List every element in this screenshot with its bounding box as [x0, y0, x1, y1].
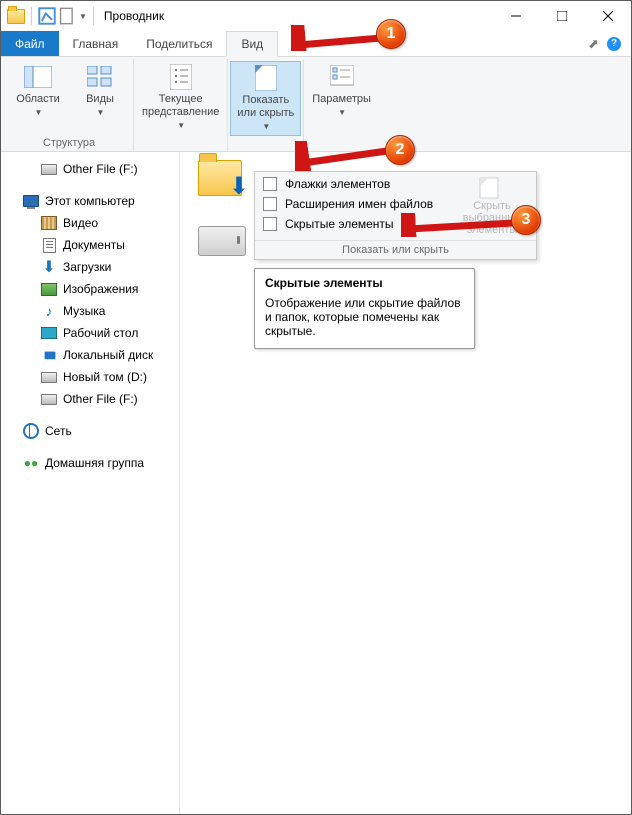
option-item-checkboxes[interactable]: Флажки элементов [261, 176, 454, 192]
ribbon-group-structure: Области▼ Виды▼ Структура [5, 59, 134, 151]
ribbon-btn-current-view[interactable]: Текущее представление▼ [136, 61, 225, 134]
nav-item-new-vol-d[interactable]: Новый том (D:) [1, 366, 179, 388]
folder-icon: ⬇ [198, 160, 242, 196]
qat-dropdown-icon[interactable]: ▼ [79, 12, 87, 21]
current-view-icon [165, 63, 197, 91]
nav-item-downloads[interactable]: ⬇Загрузки [1, 256, 179, 278]
drive-icon [41, 372, 57, 383]
close-button[interactable] [585, 1, 631, 31]
download-icon: ⬇ [41, 259, 57, 275]
properties-icon[interactable] [38, 7, 56, 25]
option-file-extensions[interactable]: Расширения имен файлов [261, 196, 454, 212]
annotation-badge-1: 1 [376, 19, 406, 49]
video-icon [41, 216, 57, 230]
tab-share[interactable]: Поделиться [132, 31, 226, 56]
checkbox-icon [263, 197, 277, 211]
ribbon-group-title: Структура [43, 135, 95, 151]
tab-view[interactable]: Вид [226, 31, 278, 57]
nav-item-network[interactable]: Сеть [1, 420, 179, 442]
separator [31, 7, 32, 25]
drive-icon [41, 164, 57, 175]
minimize-ribbon-icon[interactable]: ⬈ [588, 36, 599, 52]
tooltip-hidden-items: Скрытые элементы Отображение или скрытие… [254, 268, 475, 349]
ribbon-group-showhide: Показать или скрыть▼ [228, 59, 304, 151]
nav-item-homegroup[interactable]: ●●Домашняя группа [1, 452, 179, 474]
ribbon-group-options: Параметры▼ [304, 59, 379, 151]
annotation-arrow-3 [401, 213, 521, 237]
nav-item-documents[interactable]: Документы [1, 234, 179, 256]
navigation-pane: Other File (F:) Этот компьютер Видео Док… [1, 152, 180, 815]
tab-home[interactable]: Главная [59, 31, 133, 56]
ribbon-btn-options[interactable]: Параметры▼ [306, 61, 377, 121]
drive-icon [198, 226, 246, 256]
homegroup-icon: ●● [23, 455, 39, 471]
checkbox-icon [263, 177, 277, 191]
layout-icon [84, 63, 116, 91]
nav-item-desktop[interactable]: Рабочий стол [1, 322, 179, 344]
content-item-downloads-folder[interactable]: ⬇ [198, 160, 242, 196]
nav-item-video[interactable]: Видео [1, 212, 179, 234]
help-icon[interactable]: ? [607, 37, 621, 51]
popup-footer: Показать или скрыть [255, 240, 536, 259]
ribbon-group-current: Текущее представление▼ [134, 59, 228, 151]
explorer-window: ▼ Проводник Файл Главная Поделиться Вид … [0, 0, 632, 815]
nav-item-local-disk[interactable]: ▮▮▮Локальный диск [1, 344, 179, 366]
minimize-button[interactable] [493, 1, 539, 31]
annotation-badge-2: 2 [385, 135, 415, 165]
quick-access-toolbar: ▼ [7, 7, 98, 25]
ribbon: Области▼ Виды▼ Структура Текущее предста… [1, 57, 631, 152]
nav-item-other-file-f[interactable]: Other File (F:) [1, 158, 179, 180]
hide-selected-icon [478, 176, 506, 200]
separator [93, 7, 94, 25]
maximize-button[interactable] [539, 1, 585, 31]
tooltip-title: Скрытые элементы [265, 276, 464, 290]
disk-icon: ▮▮▮ [41, 347, 57, 363]
panes-icon [22, 63, 54, 91]
desktop-icon [41, 327, 57, 339]
nav-item-pictures[interactable]: Изображения [1, 278, 179, 300]
new-file-icon[interactable] [58, 7, 76, 25]
annotation-badge-3: 3 [511, 205, 541, 235]
window-buttons [493, 1, 631, 31]
ribbon-btn-show-hide[interactable]: Показать или скрыть▼ [230, 61, 301, 136]
nav-item-other-file-f2[interactable]: Other File (F:) [1, 388, 179, 410]
ribbon-btn-views[interactable]: Виды▼ [69, 61, 131, 121]
computer-icon [23, 195, 39, 207]
nav-item-music[interactable]: ♪Музыка [1, 300, 179, 322]
window-title: Проводник [104, 9, 164, 23]
annotation-arrow-2 [295, 141, 395, 171]
music-icon: ♪ [41, 303, 57, 319]
options-icon [326, 63, 358, 91]
show-hide-icon [250, 64, 282, 92]
document-icon [43, 238, 56, 253]
ribbon-btn-areas[interactable]: Области▼ [7, 61, 69, 121]
network-icon [23, 423, 39, 439]
pictures-icon [41, 283, 57, 296]
tooltip-body: Отображение или скрытие файлов и папок, … [265, 296, 461, 338]
nav-item-this-pc[interactable]: Этот компьютер [1, 190, 179, 212]
content-item-drive[interactable] [198, 226, 246, 256]
folder-icon [7, 9, 25, 24]
tab-file[interactable]: Файл [1, 31, 59, 56]
checkbox-icon [263, 217, 277, 231]
drive-icon [41, 394, 57, 405]
